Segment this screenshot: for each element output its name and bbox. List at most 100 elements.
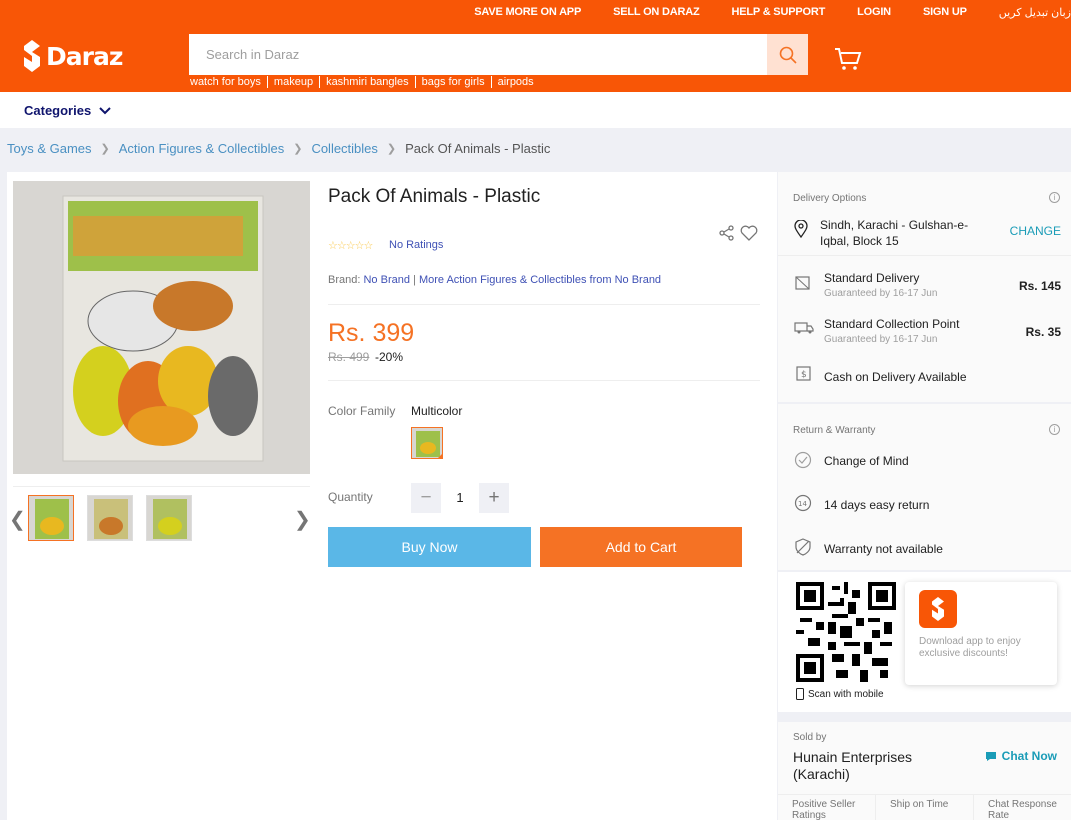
quick-search-item[interactable]: kashmiri bangles	[319, 76, 415, 88]
signup-link[interactable]: SIGN UP	[923, 6, 967, 19]
standard-delivery-label: Standard Delivery	[824, 271, 920, 285]
seller-metrics: Positive Seller Ratings Ship on Time Cha…	[778, 794, 1071, 820]
quick-search-item[interactable]: bags for girls	[414, 76, 491, 88]
buy-now-button[interactable]: Buy Now	[328, 527, 531, 567]
sell-on-daraz-link[interactable]: SELL ON DARAZ	[613, 6, 700, 19]
svg-text:$: $	[801, 370, 807, 380]
chevron-right-icon: ❯	[293, 143, 303, 155]
change-of-mind-label: Change of Mind	[824, 454, 909, 468]
color-swatch[interactable]	[411, 427, 443, 459]
chevron-right-icon: ❯	[100, 143, 110, 155]
breadcrumb-collectibles[interactable]: Collectibles	[311, 141, 377, 156]
sold-by-label: Sold by	[793, 732, 827, 743]
collection-point-price: Rs. 35	[1025, 325, 1061, 339]
change-of-mind-icon	[794, 451, 812, 474]
collection-point-label: Standard Collection Point	[824, 317, 960, 331]
svg-text:14: 14	[798, 500, 807, 508]
language-switch-link[interactable]: زبان تبدیل کریں	[999, 6, 1071, 19]
return-heading: Return & Warranty	[793, 425, 876, 436]
delivery-location: Sindh, Karachi - Gulshan-e-Iqbal, Block …	[820, 218, 969, 248]
cash-icon: $	[794, 366, 812, 387]
quantity-increase-button[interactable]: +	[479, 483, 509, 513]
breadcrumb-current: Pack Of Animals - Plastic	[405, 141, 551, 156]
quick-search-item[interactable]: airpods	[490, 76, 540, 88]
daraz-logo-icon	[24, 40, 40, 72]
thumbnail[interactable]	[28, 495, 74, 541]
thumbnail[interactable]	[87, 495, 133, 541]
search-input[interactable]	[189, 34, 767, 75]
help-support-link[interactable]: HELP & SUPPORT	[732, 6, 826, 19]
quantity-decrease-button[interactable]: −	[411, 483, 441, 513]
metric-ship-on-time: Ship on Time	[875, 795, 973, 820]
info-icon[interactable]: i	[1049, 424, 1060, 435]
quantity-value[interactable]: 1	[445, 490, 475, 505]
login-link[interactable]: LOGIN	[857, 6, 891, 19]
add-to-cart-button[interactable]: Add to Cart	[540, 527, 742, 567]
chevron-right-icon: ❯	[386, 143, 397, 155]
product-main-image[interactable]	[13, 181, 310, 474]
quick-search-links: watch for boys makeup kashmiri bangles b…	[190, 76, 540, 88]
share-icon[interactable]	[719, 225, 735, 246]
divider	[328, 380, 760, 381]
wishlist-heart-icon[interactable]	[740, 225, 758, 246]
warranty-label: Warranty not available	[824, 542, 943, 556]
change-location-link[interactable]: CHANGE	[1010, 224, 1061, 238]
seller-name[interactable]: Hunain Enterprises (Karachi)	[793, 749, 953, 783]
return-warranty-panel: Return & Warranty i Change of Mind 14 14…	[778, 404, 1071, 570]
brand-label: Brand:	[328, 274, 361, 286]
delivery-heading: Delivery Options	[793, 193, 867, 204]
thumbnail[interactable]	[146, 495, 192, 541]
more-from-brand-link[interactable]: More Action Figures & Collectibles from …	[419, 274, 661, 286]
search-icon	[779, 46, 797, 64]
app-download-panel: Scan with mobile Download app to enjoy e…	[778, 572, 1071, 712]
daraz-app-icon	[919, 590, 957, 628]
breadcrumb-toys-games[interactable]: Toys & Games	[7, 141, 92, 156]
brand-info: Brand: No Brand | More Action Figures & …	[328, 274, 662, 286]
collection-point-eta: Guaranteed by 16-17 Jun	[824, 334, 938, 345]
color-family-label: Color Family	[328, 404, 396, 418]
location-pin-icon	[794, 219, 808, 243]
search-button[interactable]	[767, 34, 808, 75]
categories-dropdown[interactable]: Categories	[24, 103, 111, 118]
standard-delivery-eta: Guaranteed by 16-17 Jun	[824, 288, 938, 299]
search-bar	[189, 34, 808, 75]
ratings-link[interactable]: No Ratings	[389, 239, 443, 251]
qr-code	[796, 582, 896, 682]
quick-search-item[interactable]: makeup	[266, 76, 319, 88]
easy-return-label: 14 days easy return	[824, 498, 930, 512]
info-icon[interactable]: i	[1049, 192, 1060, 203]
save-more-on-app-link[interactable]: SAVE MORE ON APP	[474, 6, 581, 19]
quick-search-item[interactable]: watch for boys	[190, 76, 267, 88]
scan-label: Scan with mobile	[808, 688, 884, 700]
chat-now-button[interactable]: Chat Now	[985, 749, 1057, 763]
metric-positive-ratings: Positive Seller Ratings	[792, 799, 856, 820]
top-header: SAVE MORE ON APP SELL ON DARAZ HELP & SU…	[0, 0, 1071, 92]
metric-chat-response: Chat Response Rate	[973, 795, 1071, 820]
chat-icon	[985, 751, 996, 761]
no-warranty-icon	[794, 538, 812, 561]
category-bar: Categories	[0, 92, 1071, 128]
top-links: SAVE MORE ON APP SELL ON DARAZ HELP & SU…	[458, 6, 1071, 19]
categories-label: Categories	[24, 103, 92, 118]
chevron-down-icon	[99, 106, 111, 114]
chevron-left-icon[interactable]: ❮	[9, 507, 26, 532]
thumbnail-strip: ❮ ❯	[9, 486, 311, 548]
cart-button[interactable]	[834, 47, 862, 76]
mobile-phone-icon	[796, 688, 804, 700]
product-title: Pack Of Animals - Plastic	[328, 186, 541, 207]
truck-icon	[794, 321, 814, 340]
return-days-icon: 14	[794, 494, 812, 517]
app-promo-card[interactable]: Download app to enjoy exclusive discount…	[905, 582, 1057, 685]
quantity-label: Quantity	[328, 490, 373, 504]
breadcrumb-action-figures[interactable]: Action Figures & Collectibles	[119, 141, 284, 156]
daraz-logo[interactable]: Daraz	[22, 40, 123, 72]
brand-link[interactable]: No Brand	[363, 274, 409, 286]
app-promo-text: Download app to enjoy exclusive discount…	[919, 636, 1021, 659]
seller-panel: Sold by Hunain Enterprises (Karachi) Cha…	[778, 722, 1071, 820]
cod-label: Cash on Delivery Available	[824, 370, 967, 384]
color-family-value: Multicolor	[411, 404, 463, 418]
standard-delivery-price: Rs. 145	[1018, 279, 1061, 293]
original-price: Rs. 499	[328, 350, 370, 364]
breadcrumb: Toys & Games ❯ Action Figures & Collecti…	[7, 141, 550, 156]
chevron-right-icon[interactable]: ❯	[294, 507, 311, 532]
